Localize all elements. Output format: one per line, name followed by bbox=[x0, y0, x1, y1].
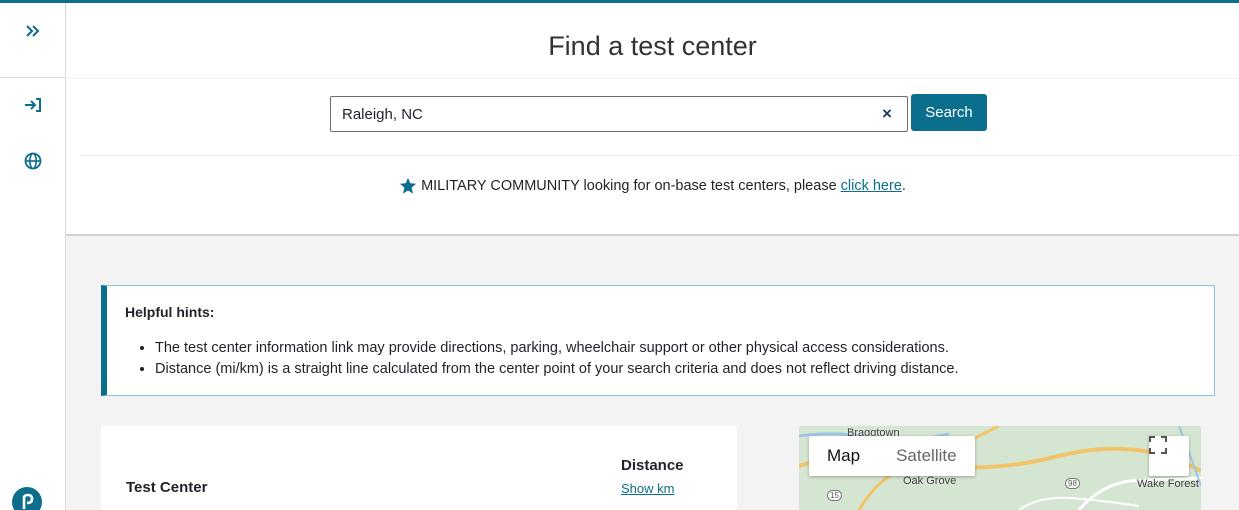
clear-search-button[interactable]: × bbox=[877, 104, 897, 124]
search-header: Find a test center × Search MILITARY COM… bbox=[66, 3, 1239, 236]
military-suffix: . bbox=[901, 178, 906, 194]
pearson-logo-icon[interactable] bbox=[12, 487, 42, 510]
search-box: × bbox=[330, 96, 908, 132]
military-notice: MILITARY COMMUNITY looking for on-base t… bbox=[66, 177, 1239, 195]
map-tab-satellite[interactable]: Satellite bbox=[878, 436, 974, 476]
page-title: Find a test center bbox=[548, 31, 757, 61]
map-place-label: Wake Forest bbox=[1137, 478, 1199, 490]
location-search-input[interactable] bbox=[331, 97, 871, 131]
search-button[interactable]: Search bbox=[911, 94, 987, 131]
side-rail bbox=[0, 3, 66, 510]
results-area: Helpful hints: The test center informati… bbox=[66, 236, 1239, 510]
distance-column-header: Distance bbox=[621, 457, 684, 474]
language-button[interactable] bbox=[17, 145, 49, 177]
map-tab-map[interactable]: Map bbox=[809, 436, 878, 476]
hints-list: The test center information link may pro… bbox=[155, 338, 959, 380]
header-divider bbox=[80, 155, 1239, 156]
rail-divider bbox=[0, 77, 65, 78]
fullscreen-icon bbox=[1149, 436, 1167, 454]
hints-title: Helpful hints: bbox=[125, 304, 215, 320]
map-route-marker: 15 bbox=[827, 490, 842, 501]
expand-rail-button[interactable] bbox=[17, 15, 49, 47]
show-km-link[interactable]: Show km bbox=[621, 481, 674, 496]
sign-in-icon bbox=[25, 98, 41, 112]
military-link-wrap: click here. bbox=[841, 178, 906, 194]
helpful-hints-panel: Helpful hints: The test center informati… bbox=[101, 285, 1215, 396]
map-type-toggle: Map Satellite bbox=[809, 436, 975, 476]
sign-in-button[interactable] bbox=[17, 89, 49, 121]
military-click-here-link[interactable]: click here bbox=[841, 178, 902, 194]
test-center-column-header: Test Center bbox=[126, 479, 208, 496]
hint-item: Distance (mi/km) is a straight line calc… bbox=[155, 359, 959, 380]
military-text: MILITARY COMMUNITY looking for on-base t… bbox=[421, 178, 837, 194]
map-route-marker: 98 bbox=[1065, 478, 1080, 489]
double-chevron-right-icon bbox=[26, 25, 40, 37]
map-view[interactable]: Bragqtown Oak Grove Wake Forest 15 98 Ma… bbox=[799, 426, 1201, 510]
fullscreen-button[interactable] bbox=[1149, 436, 1189, 476]
map-place-label: Oak Grove bbox=[903, 475, 957, 487]
star-icon bbox=[399, 177, 417, 194]
hint-item: The test center information link may pro… bbox=[155, 338, 959, 359]
globe-icon bbox=[24, 152, 42, 170]
header-divider bbox=[66, 78, 1239, 79]
results-table: Test Center Distance Show km bbox=[101, 426, 737, 510]
